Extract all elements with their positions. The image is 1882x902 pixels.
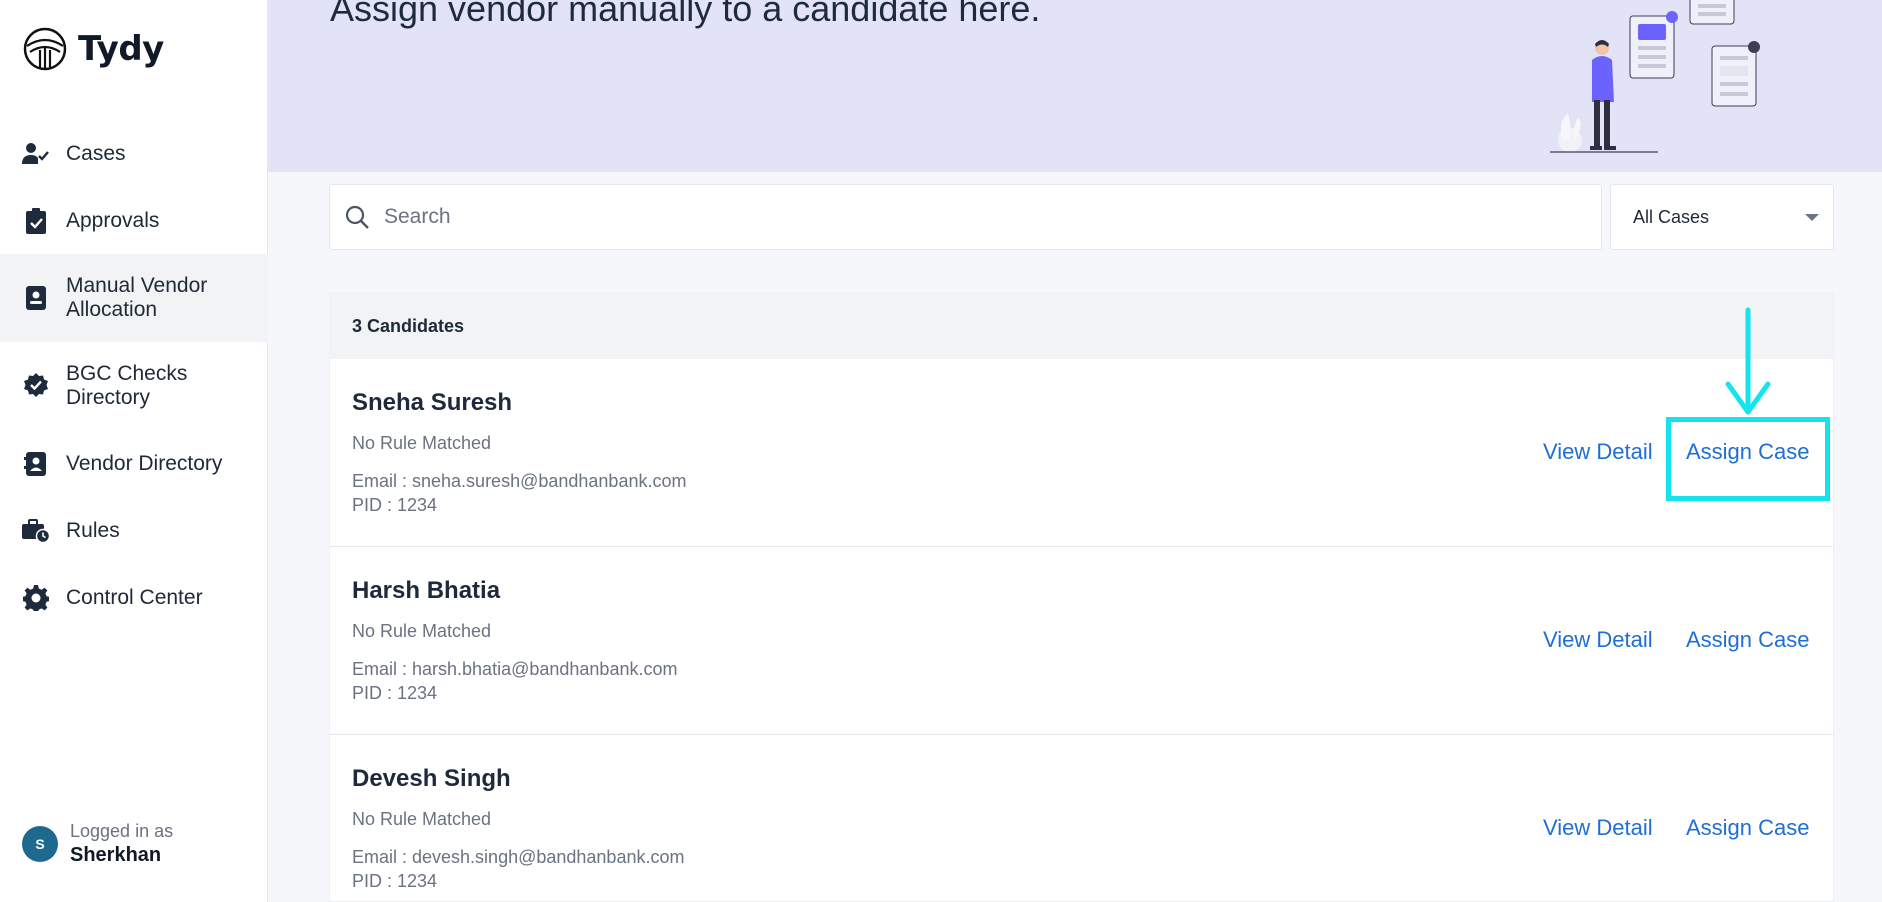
case-filter-select[interactable]: All Cases [1610, 184, 1834, 250]
view-detail-link[interactable]: View Detail [1543, 815, 1653, 841]
banner-illustration [1550, 0, 1760, 153]
list-item: Sneha Suresh No Rule Matched Email : sne… [330, 359, 1833, 547]
user-check-icon [22, 140, 50, 168]
sidebar-item-label: Cases [66, 141, 126, 165]
list-item: Harsh Bhatia No Rule Matched Email : har… [330, 547, 1833, 735]
sidebar-item-label: Manual Vendor Allocation [66, 274, 208, 321]
sidebar-item-vendor-directory[interactable]: Vendor Directory [0, 430, 268, 497]
candidate-name: Devesh Singh [352, 765, 511, 792]
user-name: Sherkhan [70, 844, 162, 866]
sidebar-item-bgc-checks-directory[interactable]: BGC Checks Directory [0, 342, 268, 430]
sidebar-item-label: Approvals [66, 208, 160, 232]
contact-book-icon [22, 284, 50, 312]
filter-selected-value: All Cases [1633, 206, 1710, 227]
search-input[interactable] [384, 205, 1564, 229]
assign-case-link[interactable]: Assign Case [1686, 627, 1810, 653]
logo[interactable]: Tydy [22, 26, 164, 72]
briefcase-clock-icon [22, 517, 50, 545]
list-header: 3 Candidates [330, 293, 1833, 359]
candidate-name: Harsh Bhatia [352, 577, 501, 604]
candidate-email: Email : devesh.singh@bandhanbank.com [352, 847, 685, 867]
address-book-icon [22, 450, 50, 478]
search-bar[interactable] [329, 184, 1602, 250]
annotation-highlight-box [1666, 417, 1830, 501]
tydy-logo-icon [23, 27, 67, 71]
rule-status: No Rule Matched [352, 621, 492, 641]
chevron-down-icon [1805, 214, 1819, 221]
candidate-list: 3 Candidates Sneha Suresh No Rule Matche… [329, 292, 1834, 902]
candidate-email: Email : harsh.bhatia@bandhanbank.com [352, 659, 678, 679]
page-banner: Assign vendor manually to a candidate he… [268, 0, 1882, 172]
list-item: Devesh Singh No Rule Matched Email : dev… [330, 735, 1833, 902]
sidebar-item-label: Control Center [66, 585, 203, 609]
user-info[interactable]: S Logged in as Sherkhan [22, 820, 173, 868]
sidebar-item-manual-vendor-allocation[interactable]: Manual Vendor Allocation [0, 254, 268, 342]
candidate-pid: PID : 1234 [352, 683, 438, 703]
candidate-pid: PID : 1234 [352, 871, 438, 891]
view-detail-link[interactable]: View Detail [1543, 627, 1653, 653]
brand-name: Tydy [78, 29, 164, 69]
candidate-name: Sneha Suresh [352, 389, 513, 416]
sidebar-item-cases[interactable]: Cases [0, 120, 268, 187]
rule-status: No Rule Matched [352, 809, 492, 829]
sidebar: Tydy Cases Approvals Manual Vendor Alloc… [0, 0, 268, 902]
assign-case-link[interactable]: Assign Case [1686, 815, 1810, 841]
sidebar-nav: Cases Approvals Manual Vendor Allocation… [0, 120, 268, 631]
rule-status: No Rule Matched [352, 433, 492, 453]
candidate-count: 3 Candidates [352, 315, 465, 336]
sidebar-item-label: Rules [66, 518, 120, 542]
sidebar-item-label: BGC Checks Directory [66, 362, 188, 409]
sidebar-item-approvals[interactable]: Approvals [0, 187, 268, 254]
search-icon [345, 205, 369, 229]
sidebar-item-rules[interactable]: Rules [0, 497, 268, 564]
candidate-email: Email : sneha.suresh@bandhanbank.com [352, 471, 687, 491]
gear-icon [22, 584, 50, 612]
page-title: Assign vendor manually to a candidate he… [330, 0, 1041, 29]
clipboard-check-icon [22, 207, 50, 235]
sidebar-item-control-center[interactable]: Control Center [0, 564, 268, 631]
verified-badge-icon [22, 372, 50, 400]
candidate-pid: PID : 1234 [352, 495, 438, 515]
annotation-arrow-icon [1725, 307, 1771, 415]
view-detail-link[interactable]: View Detail [1543, 439, 1653, 465]
logged-in-caption: Logged in as [70, 821, 174, 841]
sidebar-item-label: Vendor Directory [66, 451, 223, 475]
avatar: S [22, 826, 58, 862]
